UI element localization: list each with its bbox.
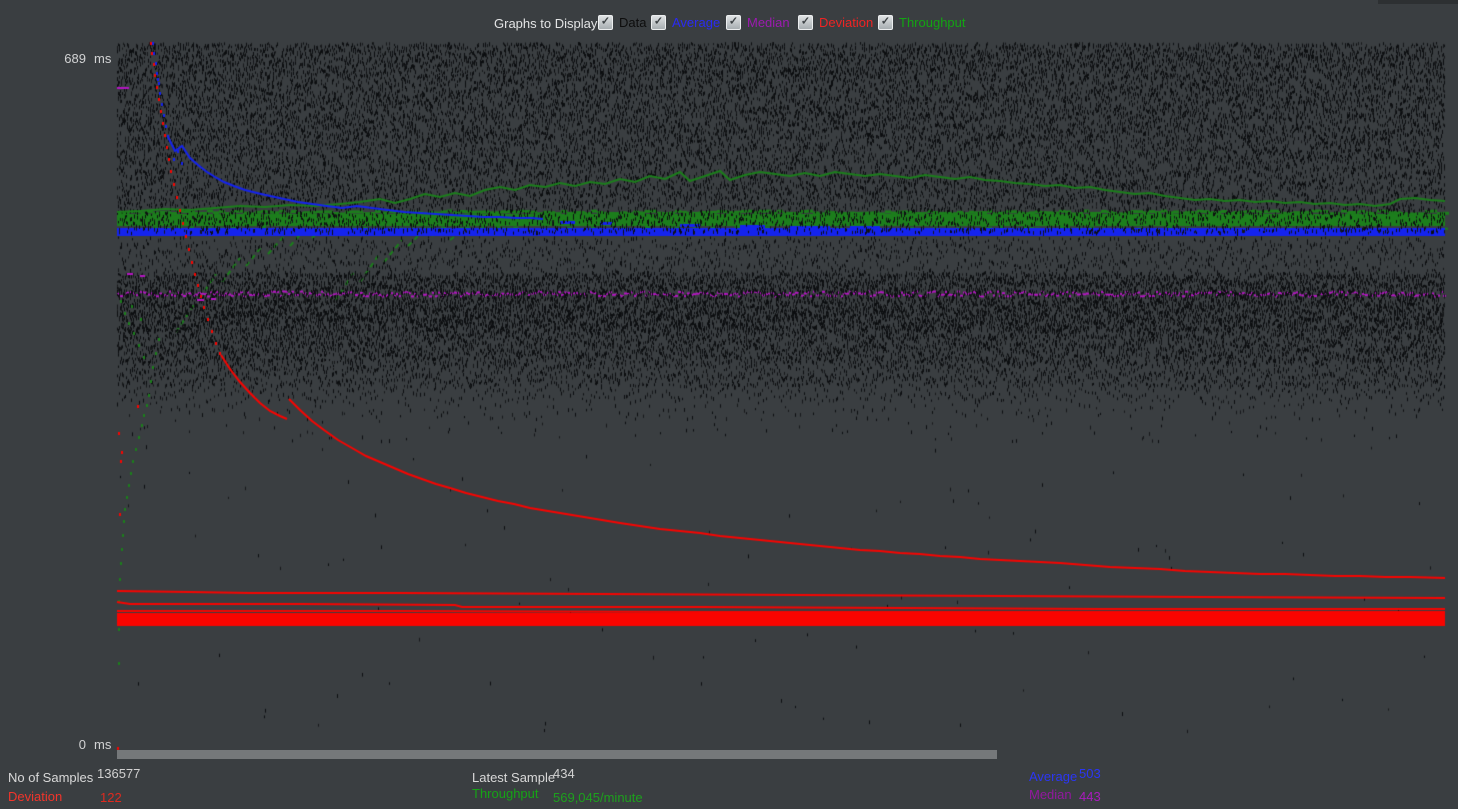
check-icon: ✓ [801, 17, 810, 28]
checkbox-median-label: Median [747, 15, 790, 30]
checkbox-average[interactable]: ✓ Average [651, 15, 720, 30]
checkbox-deviation-label: Deviation [819, 15, 873, 30]
checkbox-icon[interactable]: ✓ [726, 15, 741, 30]
check-icon: ✓ [729, 17, 738, 28]
checkbox-icon[interactable]: ✓ [651, 15, 666, 30]
checkbox-throughput[interactable]: ✓ Throughput [878, 15, 966, 30]
no-of-samples-label: No of Samples [8, 770, 93, 785]
graphs-to-display-label: Graphs to Display [494, 16, 597, 31]
y-axis-max-unit: ms [94, 51, 111, 66]
no-of-samples-value: 136577 [97, 766, 140, 781]
throughput-value: 569,045/minute [553, 790, 643, 805]
checkbox-icon[interactable]: ✓ [598, 15, 613, 30]
horizontal-scrollbar-thumb[interactable] [117, 750, 997, 759]
graph-plot-canvas [0, 0, 1458, 809]
checkbox-deviation[interactable]: ✓ Deviation [798, 15, 873, 30]
latest-sample-value: 434 [553, 766, 575, 781]
y-axis-min-label: 0 [58, 737, 86, 752]
window-artifact [1378, 0, 1458, 4]
average-value: 503 [1079, 766, 1101, 781]
checkbox-average-label: Average [672, 15, 720, 30]
deviation-value: 122 [100, 790, 122, 805]
jmeter-graph-results-window: Graphs to Display ✓ Data ✓ Average ✓ Med… [0, 0, 1458, 809]
checkbox-data[interactable]: ✓ Data [598, 15, 646, 30]
y-axis-max-label: 689 [58, 51, 86, 66]
checkbox-data-label: Data [619, 15, 646, 30]
check-icon: ✓ [881, 17, 890, 28]
checkbox-icon[interactable]: ✓ [878, 15, 893, 30]
median-label: Median [1029, 787, 1072, 802]
median-value: 443 [1079, 789, 1101, 804]
checkbox-throughput-label: Throughput [899, 15, 966, 30]
throughput-label: Throughput [472, 786, 539, 801]
latest-sample-label: Latest Sample [472, 770, 555, 785]
average-label: Average [1029, 769, 1077, 784]
checkbox-icon[interactable]: ✓ [798, 15, 813, 30]
deviation-label: Deviation [8, 789, 62, 804]
check-icon: ✓ [601, 17, 610, 28]
checkbox-median[interactable]: ✓ Median [726, 15, 790, 30]
check-icon: ✓ [654, 17, 663, 28]
y-axis-min-unit: ms [94, 737, 111, 752]
